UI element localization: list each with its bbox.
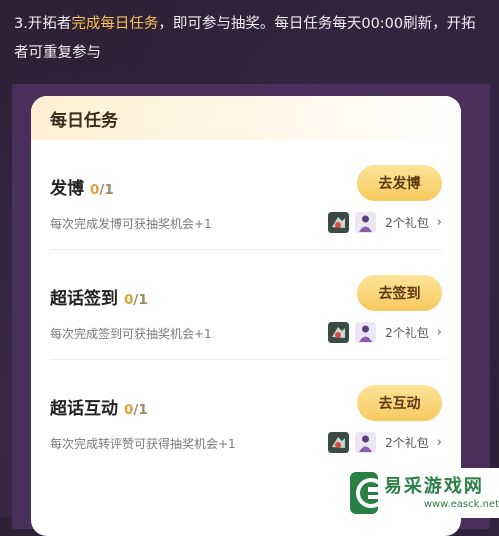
gift-item-icon: [328, 431, 350, 453]
intro-text: 3.开拓者完成每日任务，即可参与抽奖。每日任务每天00:00刷新，开拓者可重复参…: [14, 10, 489, 68]
task-name: 发博 0/1: [50, 179, 114, 199]
card-header: 每日任务: [31, 96, 461, 140]
go-post-button[interactable]: 去发博: [357, 165, 442, 201]
task-progress: 0/1: [90, 182, 114, 198]
watermark-name: 易采游戏网: [383, 475, 484, 497]
task-description: 每次完成签到可获抽奖机会+1: [50, 327, 212, 341]
watermark-logo-icon: [350, 472, 386, 514]
task-row-checkin: 超话签到 0/1 每次完成签到可获抽奖机会+1 去签到 2个礼包 ›: [50, 249, 442, 359]
task-row-interact: 超话互动 0/1 每次完成转评赞可获得抽奖机会+1 去互动 2个礼包 ›: [50, 359, 442, 469]
site-watermark: 易采游戏网 www.easck.net: [346, 468, 499, 518]
gift-character-icon: [355, 321, 377, 343]
intro-highlight: 完成每日任务: [71, 16, 159, 32]
chevron-right-icon: ›: [436, 324, 442, 340]
gift-count: 2个礼包: [385, 435, 429, 450]
gift-character-icon: [355, 211, 377, 233]
gift-pack-link[interactable]: 2个礼包 ›: [328, 320, 442, 344]
task-row-post: 发博 0/1 每次完成发博可获抽奖机会+1 去发博 2个礼包 ›: [50, 140, 442, 249]
gift-item-icon: [328, 321, 350, 343]
task-description: 每次完成发博可获抽奖机会+1: [50, 217, 212, 231]
gift-item-icon: [328, 211, 350, 233]
go-checkin-button[interactable]: 去签到: [357, 275, 442, 311]
gift-count: 2个礼包: [385, 325, 429, 340]
watermark-url: www.easck.net: [423, 498, 499, 510]
gift-character-icon: [355, 431, 377, 453]
task-name: 超话签到 0/1: [50, 289, 148, 309]
chevron-right-icon: ›: [436, 214, 442, 230]
gift-pack-link[interactable]: 2个礼包 ›: [328, 210, 442, 234]
gift-pack-link[interactable]: 2个礼包 ›: [328, 430, 442, 454]
task-progress: 0/1: [124, 292, 148, 308]
gift-count: 2个礼包: [385, 215, 429, 230]
go-interact-button[interactable]: 去互动: [357, 385, 442, 421]
task-progress: 0/1: [124, 402, 148, 418]
intro-prefix: 3.开拓者: [14, 16, 72, 32]
task-name: 超话互动 0/1: [50, 399, 148, 419]
task-description: 每次完成转评赞可获得抽奖机会+1: [50, 437, 236, 451]
card-title: 每日任务: [50, 110, 118, 131]
chevron-right-icon: ›: [436, 434, 442, 450]
